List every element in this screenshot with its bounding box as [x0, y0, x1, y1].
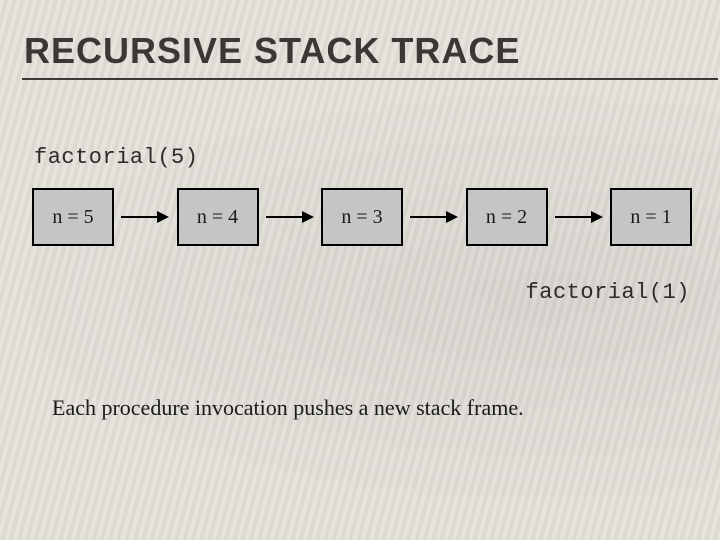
title-underline: [22, 78, 718, 80]
arrow-right-icon: [410, 210, 458, 224]
arrow-right-icon: [121, 210, 169, 224]
stack-frame: n = 3: [321, 188, 403, 246]
stack-frame: n = 4: [177, 188, 259, 246]
bottom-call-label: factorial(1): [526, 280, 690, 305]
stack-frame: n = 2: [466, 188, 548, 246]
slide-caption: Each procedure invocation pushes a new s…: [52, 395, 524, 421]
slide-title: RECURSIVE STACK TRACE: [24, 30, 520, 72]
stack-frames-row: n = 5 n = 4 n = 3 n = 2 n = 1: [32, 188, 692, 246]
arrow-right-icon: [555, 210, 603, 224]
arrow-right-icon: [266, 210, 314, 224]
top-call-label: factorial(5): [34, 145, 198, 170]
stack-frame: n = 1: [610, 188, 692, 246]
stack-frame: n = 5: [32, 188, 114, 246]
